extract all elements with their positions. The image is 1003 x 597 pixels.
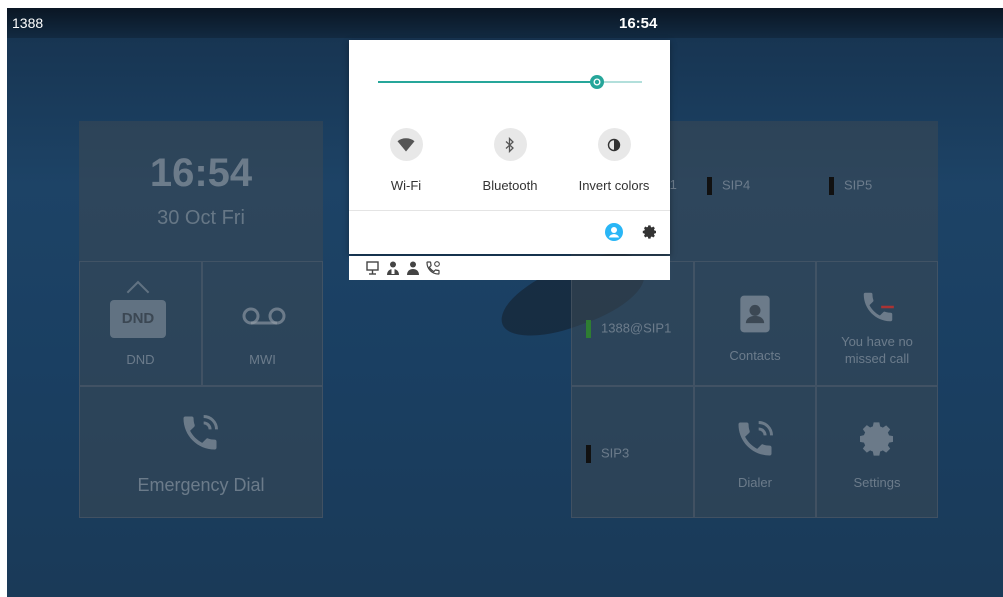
missed-call-tile-icon <box>863 292 894 322</box>
settings-tile[interactable]: Settings <box>816 386 938 518</box>
mwi-tile[interactable]: MWI <box>202 261 323 386</box>
bluetooth-toggle-circle <box>493 128 527 161</box>
brightness-slider-fill <box>378 81 598 83</box>
sip4-line[interactable]: SIP4 <box>707 177 750 195</box>
settings-label: Settings <box>853 475 901 490</box>
settings-tile-icon <box>860 422 893 456</box>
sip3-status-indicator <box>586 445 591 463</box>
missed-call-icon <box>426 261 440 275</box>
account-status-indicator <box>586 320 591 338</box>
dialer-icon <box>738 421 773 456</box>
wifi-label: Wi-Fi <box>390 178 422 193</box>
person-icon <box>407 261 419 275</box>
missed-call-line2: missed call <box>844 351 910 366</box>
contacts-tile[interactable]: Contacts <box>694 261 816 386</box>
invert-colors-label: Invert colors <box>578 178 650 193</box>
mwi-label: MWI <box>249 352 276 367</box>
bluetooth-icon <box>505 136 514 153</box>
notification-icons-strip[interactable] <box>349 256 670 280</box>
bluetooth-label: Bluetooth <box>482 178 538 193</box>
home-clock: 16:54 <box>149 151 253 195</box>
status-extension: 1388 <box>12 15 44 31</box>
bluetooth-toggle[interactable]: Bluetooth <box>455 128 565 193</box>
dnd-sign-icon: DND <box>110 300 166 338</box>
left-widget-panel: 16:54 30 Oct Fri DND DND MWI Emergency D… <box>79 121 323 518</box>
phone-call-icon <box>183 415 218 450</box>
sip5-line[interactable]: SIP5 <box>829 177 872 195</box>
user-account-icon[interactable] <box>604 222 624 242</box>
contacts-label: Contacts <box>729 348 781 363</box>
invert-colors-toggle[interactable]: Invert colors <box>559 128 669 193</box>
dnd-label: DND <box>126 352 155 367</box>
sip5-status-indicator <box>829 177 834 195</box>
wifi-toggle[interactable]: Wi-Fi <box>351 128 461 193</box>
invert-colors-icon <box>607 138 621 151</box>
voicemail-icon <box>242 307 286 325</box>
quick-settings-shade: Wi-Fi Bluetooth Invert colors <box>349 40 670 254</box>
contacts-icon <box>740 295 770 333</box>
sip3-line: SIP3 <box>586 445 629 463</box>
sip4-status-indicator <box>707 177 712 195</box>
sip3-tile[interactable]: SIP3 <box>571 386 694 518</box>
emergency-dial-label: Emergency Dial <box>137 475 265 495</box>
brightness-slider[interactable] <box>378 75 642 89</box>
wifi-toggle-circle <box>389 128 423 161</box>
missed-call-line1: You have no <box>841 334 913 349</box>
dialer-label: Dialer <box>738 475 772 490</box>
settings-gear-icon[interactable] <box>642 224 658 240</box>
missed-call-tile[interactable]: You have no missed call <box>816 261 938 386</box>
status-clock: 16:54 <box>619 15 658 32</box>
contact-icon <box>387 261 399 275</box>
home-date: 30 Oct Fri <box>157 207 245 229</box>
dnd-tile[interactable]: DND DND <box>79 261 202 386</box>
monitor-icon <box>366 261 379 275</box>
invert-colors-toggle-circle <box>597 128 631 161</box>
status-bar[interactable]: 1388 16:54 <box>7 8 1003 38</box>
account-line: 1388@SIP1 <box>586 320 671 338</box>
shade-divider <box>349 210 670 211</box>
wifi-icon <box>397 137 415 151</box>
brightness-slider-thumb-icon[interactable] <box>589 74 605 90</box>
emergency-dial-tile[interactable]: Emergency Dial <box>79 386 323 518</box>
phone-screen: 1388 16:54 16:54 30 Oct Fri DND DND MWI … <box>7 8 1003 597</box>
dialer-tile[interactable]: Dialer <box>694 386 816 518</box>
